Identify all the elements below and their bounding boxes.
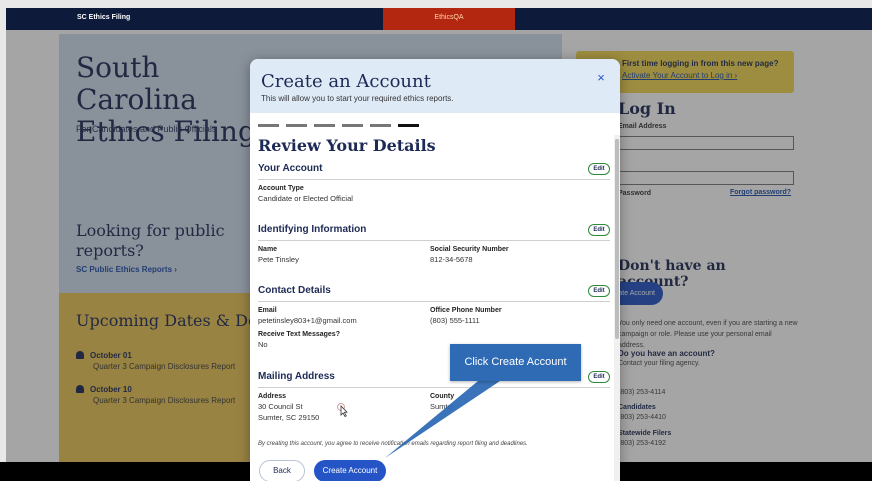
edit-contact-details-button[interactable]: Edit: [588, 285, 610, 297]
site-name[interactable]: SC Ethics Filing: [77, 14, 130, 21]
office-phone-value: (803) 555-1111: [430, 316, 480, 325]
email-label: Email: [258, 307, 277, 314]
tutorial-callout: Click Create Account: [450, 344, 581, 381]
edit-mailing-address-button[interactable]: Edit: [588, 371, 610, 383]
your-account-heading: Your Account: [258, 163, 323, 174]
create-account-button[interactable]: Create Account: [314, 460, 386, 481]
ssn-label: Social Security Number: [430, 246, 509, 253]
environment-tag: EthicsQA: [383, 8, 515, 30]
contact-details-heading: Contact Details: [258, 285, 331, 296]
edit-your-account-button[interactable]: Edit: [588, 163, 610, 175]
email-value: petetinsley803+1@gmail.com: [258, 316, 357, 325]
mailing-address-heading: Mailing Address: [258, 371, 335, 382]
step-indicator: [342, 124, 363, 127]
step-indicator: [370, 124, 391, 127]
account-type-label: Account Type: [258, 185, 304, 192]
address-line2: Sumter, SC 29150: [258, 413, 320, 422]
step-indicator: [258, 124, 279, 127]
create-account-modal: Create an Account This will allow you to…: [250, 59, 620, 481]
office-phone-label: Office Phone Number: [430, 307, 502, 314]
text-messages-value: No: [258, 340, 268, 349]
top-bar: SC Ethics Filing EthicsQA: [6, 8, 872, 30]
address-line1: 30 Council St: [258, 402, 303, 411]
divider: [258, 179, 610, 180]
modal-scrollbar-thumb[interactable]: [615, 139, 619, 339]
step-indicator: [314, 124, 335, 127]
modal-title: Create an Account: [261, 71, 431, 92]
identifying-info-heading: Identifying Information: [258, 224, 367, 235]
account-type-value: Candidate or Elected Official: [258, 194, 353, 203]
step-progress: [258, 124, 424, 128]
step-indicator: [286, 124, 307, 127]
back-button[interactable]: Back: [259, 460, 305, 481]
modal-header: Create an Account This will allow you to…: [250, 59, 620, 113]
county-label: County: [430, 393, 455, 400]
mouse-cursor-icon: [337, 403, 348, 417]
step-indicator-current: [398, 124, 419, 127]
address-label: Address: [258, 393, 287, 400]
divider: [258, 301, 610, 302]
edit-identifying-info-button[interactable]: Edit: [588, 224, 610, 236]
ssn-value: 812-34-5678: [430, 255, 473, 264]
review-heading: Review Your Details: [258, 136, 436, 155]
text-messages-label: Receive Text Messages?: [258, 331, 340, 338]
name-value: Pete Tinsley: [258, 255, 299, 264]
name-label: Name: [258, 246, 278, 253]
review-content: Review Your Details Your Account Edit Ac…: [250, 135, 616, 481]
divider: [258, 387, 610, 388]
modal-subtitle: This will allow you to start your requir…: [261, 94, 454, 103]
divider: [258, 240, 610, 241]
consent-text: By creating this account, you agree to r…: [258, 441, 528, 447]
close-icon[interactable]: ×: [594, 71, 608, 85]
county-value: Sumter: [430, 402, 455, 411]
